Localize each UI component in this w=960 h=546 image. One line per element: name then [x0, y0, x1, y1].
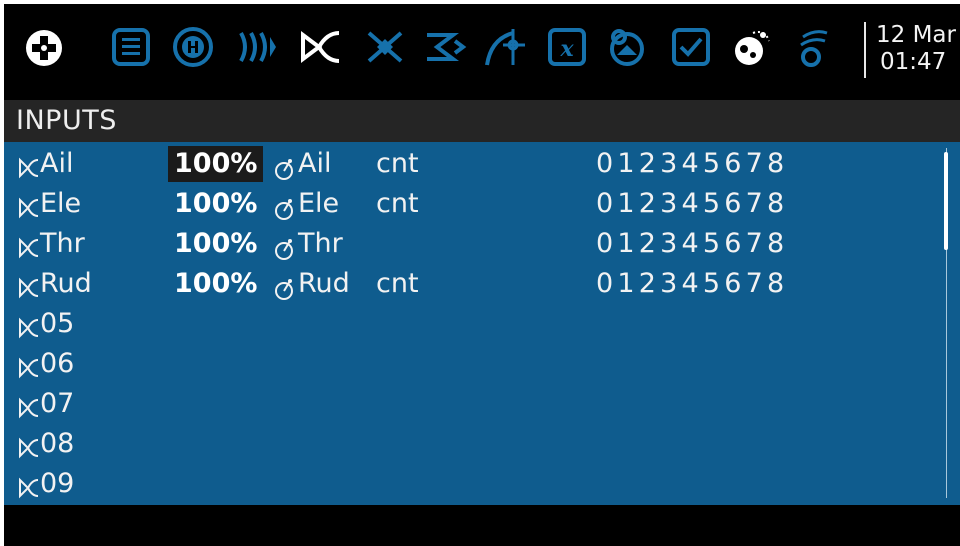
page-title: INPUTS	[4, 100, 960, 142]
clock: 12 Mar 01:47	[864, 22, 960, 78]
input-row[interactable]: Ele 100% Ele cnt 012345678	[4, 184, 944, 224]
input-name: Ail	[40, 148, 74, 179]
source-icon	[274, 193, 296, 220]
heli-icon[interactable]	[170, 24, 216, 70]
special-functions-icon[interactable]	[668, 24, 714, 70]
input-source: Rud	[298, 268, 350, 299]
input-icon	[18, 392, 40, 419]
input-row[interactable]: Rud 100% Rud cnt 012345678	[4, 264, 944, 304]
global-variables-icon[interactable]	[604, 24, 650, 70]
input-name: Rud	[40, 268, 92, 299]
input-row[interactable]: 05	[4, 304, 944, 344]
screen: x 12 Mar 01:47 INPUTS Ail 100% Ail cnt 01234…	[4, 4, 960, 546]
logical-switches-icon[interactable]: x	[544, 24, 590, 70]
input-curve: cnt	[376, 148, 419, 179]
input-name: 07	[40, 388, 75, 419]
curves-icon[interactable]	[482, 24, 528, 70]
input-icon	[18, 152, 40, 179]
input-weight[interactable]: 100%	[168, 186, 263, 222]
input-source: Thr	[298, 228, 343, 259]
input-flight-modes: 012345678	[596, 228, 789, 259]
input-name: Thr	[40, 228, 85, 259]
input-icon	[18, 232, 40, 259]
input-name: 06	[40, 348, 75, 379]
input-name: 08	[40, 428, 75, 459]
source-icon	[274, 273, 296, 300]
input-name: 05	[40, 308, 75, 339]
input-icon	[18, 472, 40, 499]
input-curve: cnt	[376, 268, 419, 299]
input-weight[interactable]: 100%	[168, 226, 263, 262]
telemetry-icon[interactable]	[728, 24, 774, 70]
input-name: 09	[40, 468, 75, 499]
bottom-bar	[4, 505, 960, 546]
input-icon	[18, 432, 40, 459]
input-row[interactable]: 08	[4, 424, 944, 464]
input-curve: cnt	[376, 188, 419, 219]
clock-time: 01:47	[880, 49, 947, 75]
input-flight-modes: 012345678	[596, 268, 789, 299]
top-toolbar: x 12 Mar 01:47	[4, 4, 960, 96]
source-icon	[274, 153, 296, 180]
sound-icon[interactable]	[790, 24, 836, 70]
input-icon	[18, 272, 40, 299]
input-row[interactable]: 06	[4, 344, 944, 384]
input-row[interactable]: Thr 100% Thr 012345678	[4, 224, 944, 264]
input-weight[interactable]: 100%	[168, 266, 263, 302]
input-flight-modes: 012345678	[596, 188, 789, 219]
source-icon	[274, 233, 296, 260]
input-icon	[18, 312, 40, 339]
input-icon	[18, 192, 40, 219]
input-row[interactable]: 07	[4, 384, 944, 424]
input-weight[interactable]: 100%	[168, 146, 264, 182]
radio-menu-icon[interactable]	[24, 28, 64, 68]
scrollbar[interactable]	[944, 148, 950, 498]
input-name: Ele	[40, 188, 82, 219]
input-source: Ele	[298, 188, 340, 219]
svg-text:x: x	[559, 36, 574, 62]
input-row[interactable]: 09	[4, 464, 944, 504]
mixes-icon[interactable]	[362, 24, 408, 70]
clock-date: 12 Mar	[876, 22, 956, 48]
input-icon	[18, 352, 40, 379]
flight-modes-icon[interactable]	[234, 24, 280, 70]
scroll-thumb[interactable]	[944, 152, 948, 250]
inputs-icon[interactable]	[298, 24, 344, 70]
input-row[interactable]: Ail 100% Ail cnt 012345678	[4, 144, 944, 184]
input-flight-modes: 012345678	[596, 148, 789, 179]
outputs-icon[interactable]	[422, 24, 468, 70]
model-notes-icon[interactable]	[108, 24, 154, 70]
input-source: Ail	[298, 148, 332, 179]
